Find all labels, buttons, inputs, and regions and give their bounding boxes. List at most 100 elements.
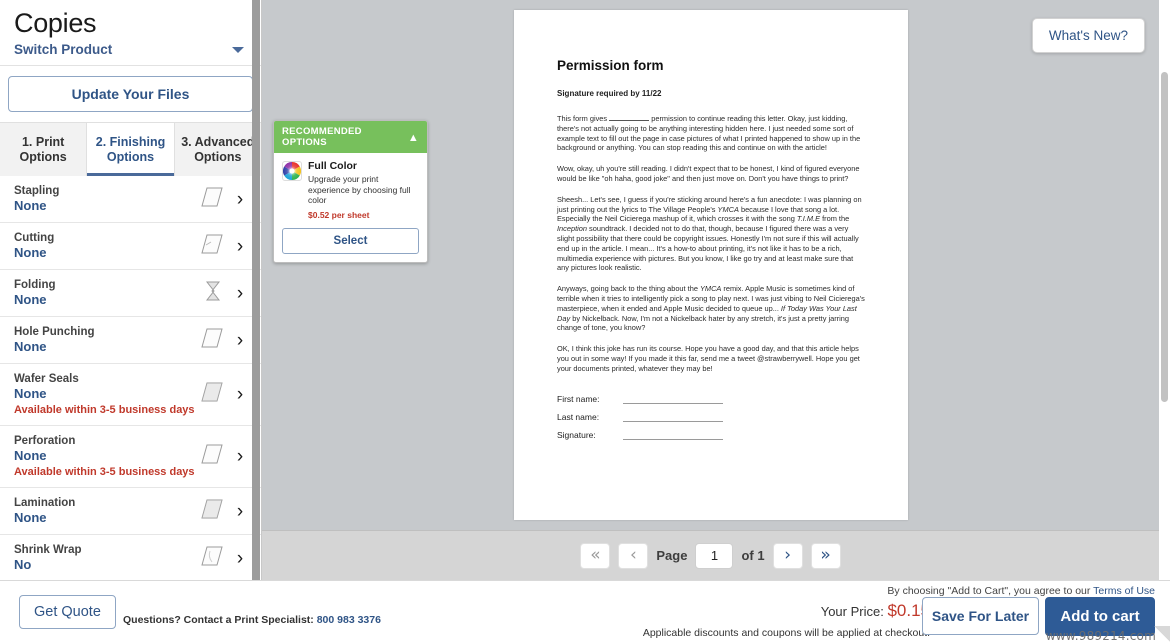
option-row-folding[interactable]: Folding None › (0, 270, 261, 317)
option-text: Folding None (14, 278, 195, 308)
sidebar-scrollbar[interactable] (252, 0, 260, 580)
first-page-button[interactable]: « (580, 542, 611, 569)
footer-bar: Get Quote Questions? Contact a Print Spe… (0, 580, 1170, 642)
page-scrollbar[interactable] (1159, 0, 1170, 580)
option-text: Shrink Wrap No (14, 543, 195, 573)
recommended-option-price: $0.52 per sheet (308, 209, 370, 220)
switch-product-label: Switch Product (14, 42, 113, 57)
document-body: This form gives permission to continue r… (557, 114, 865, 374)
select-recommended-button[interactable]: Select (282, 227, 419, 254)
document-title: Permission form (557, 58, 664, 73)
get-quote-button[interactable]: Get Quote (19, 595, 116, 629)
price-block: Your Price: $0.15 (821, 601, 930, 621)
chevron-down-icon (232, 46, 244, 53)
tab-finishing-options[interactable]: 2. Finishing Options (87, 123, 175, 176)
tab-bar: 1. Print Options 2. Finishing Options 3.… (0, 122, 261, 176)
document-field-row: Signature: (557, 430, 865, 440)
document-field-line (623, 395, 723, 404)
document-paragraph: OK, I think this joke has run its course… (557, 344, 860, 373)
tab-advanced-options[interactable]: 3. Advanced Options (175, 123, 261, 176)
option-value: None (14, 198, 47, 213)
option-label: Hole Punching (14, 326, 95, 338)
next-page-button[interactable]: › (772, 542, 803, 569)
sidebar-header: Copies Switch Product (0, 0, 261, 66)
sheet-wrap-icon (195, 544, 229, 573)
phone-link[interactable]: 800 983 3376 (317, 614, 381, 626)
option-label: Shrink Wrap (14, 544, 82, 556)
page-number-input[interactable] (695, 542, 734, 569)
chevron-right-icon: › (236, 547, 244, 569)
document-field-label: Last name: (557, 411, 600, 422)
pagination-bar: « ‹ Page of 1 › » (262, 530, 1159, 580)
page-total-label: of 1 (741, 548, 765, 563)
corner-fold-decoration (1154, 626, 1170, 642)
finishing-options-list: Stapling None › Cutting None › Folding None › Hol… (0, 176, 261, 580)
add-to-cart-button[interactable]: Add to cart (1045, 597, 1155, 636)
option-availability-note: Available within 3-5 business days (14, 404, 195, 416)
document-signature-fields: First name: Last name: Signature: (557, 394, 865, 440)
contact-specialist-text: Questions? Contact a Print Specialist: 8… (123, 614, 381, 626)
save-for-later-button[interactable]: Save For Later (922, 597, 1039, 635)
page-scrollbar-thumb[interactable] (1161, 72, 1168, 402)
sheet-fold-icon (195, 279, 229, 308)
discount-disclaimer: Applicable discounts and coupons will be… (642, 627, 930, 639)
recommended-option-name: Full Color (308, 160, 357, 172)
whats-new-button[interactable]: What's New? (1031, 18, 1145, 53)
sheet-punch-icon (195, 326, 229, 355)
sheet-seal-icon (195, 380, 229, 409)
switch-product-dropdown[interactable]: Switch Product (14, 42, 247, 57)
chevron-right-icon: › (236, 282, 244, 304)
terms-of-use-link[interactable]: Terms of Use (1093, 585, 1155, 597)
option-label: Stapling (14, 185, 60, 197)
last-page-button[interactable]: » (810, 542, 841, 569)
option-value: No (14, 557, 32, 572)
document-field-row: First name: (557, 394, 865, 404)
previous-page-button[interactable]: ‹ (618, 542, 649, 569)
terms-notice: By choosing "Add to Cart", you agree to … (887, 585, 1155, 597)
document-paragraph: Wow, okay, uh you're still reading. I di… (557, 164, 860, 183)
option-availability-note: Available within 3-5 business days (14, 466, 195, 478)
option-text: Cutting None (14, 231, 195, 261)
option-value: None (14, 448, 47, 463)
document-paragraph: Anyways, going back to the thing about t… (557, 284, 865, 333)
option-label: Wafer Seals (14, 373, 79, 385)
document-paragraph: Sheesh... Let's see, I guess if you're s… (557, 194, 862, 273)
sheet-cut-icon (195, 232, 229, 261)
option-text: Perforation None Available within 3-5 busi… (14, 434, 195, 479)
color-wheel-icon (282, 161, 302, 181)
recommended-options-header[interactable]: RECOMMENDED OPTIONS ▲ (274, 121, 427, 153)
option-row-cutting[interactable]: Cutting None › (0, 223, 261, 270)
document-field-line (623, 413, 723, 422)
page-title: Copies (14, 8, 97, 38)
option-value: None (14, 292, 47, 307)
option-text: Hole Punching None (14, 325, 195, 355)
option-value: None (14, 339, 47, 354)
price-label: Your Price: (820, 604, 884, 619)
recommended-option-item: Full Color Upgrade your print experience… (274, 153, 427, 228)
recommended-options-card: RECOMMENDED OPTIONS ▲ Full Color Upgrade… (273, 120, 428, 263)
option-label: Perforation (14, 435, 76, 447)
option-row-hole-punching[interactable]: Hole Punching None › (0, 317, 261, 364)
document-field-label: First name: (557, 393, 600, 404)
option-row-shrink-wrap[interactable]: Shrink Wrap No › (0, 535, 261, 580)
update-your-files-button[interactable]: Update Your Files (8, 76, 253, 112)
recommended-option-description: Upgrade your print experience by choosin… (308, 174, 411, 205)
option-value: None (14, 386, 47, 401)
update-files-section: Update Your Files (0, 66, 261, 122)
option-value: None (14, 510, 47, 525)
tab-print-options[interactable]: 1. Print Options (0, 123, 88, 176)
option-row-lamination[interactable]: Lamination None › (0, 488, 261, 535)
option-row-perforation[interactable]: Perforation None Available within 3-5 busi… (0, 426, 261, 488)
questions-label: Questions? Contact a Print Specialist: (123, 614, 314, 626)
chevron-right-icon: › (236, 446, 244, 467)
option-text: Lamination None (14, 496, 195, 526)
option-label: Cutting (14, 232, 55, 244)
option-row-wafer-seals[interactable]: Wafer Seals None Available within 3-5 busi… (0, 364, 261, 426)
sheet-icon (195, 185, 229, 214)
document-field-label: Signature: (557, 429, 596, 440)
print-configurator-app: Copies Switch Product Update Your Files … (0, 0, 1170, 642)
sheet-laminate-icon (195, 497, 229, 526)
document-field-line (623, 431, 723, 440)
option-text: Stapling None (14, 184, 195, 214)
option-row-stapling[interactable]: Stapling None › (0, 176, 261, 223)
